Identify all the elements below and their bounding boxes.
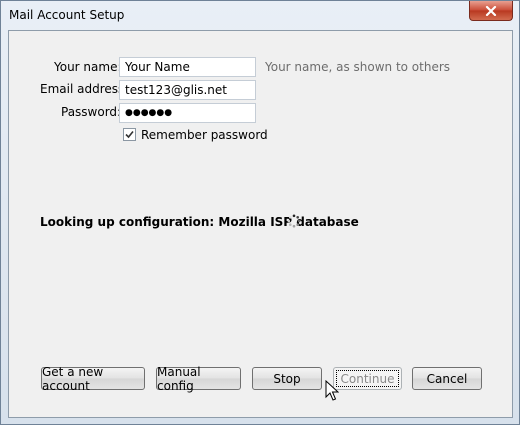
name-label: Your name:: [54, 60, 122, 74]
mouse-cursor-icon: [325, 380, 339, 401]
mail-account-setup-window: Mail Account Setup Your name: Your name,…: [0, 0, 520, 425]
name-field[interactable]: [119, 57, 256, 77]
name-hint: Your name, as shown to others: [265, 60, 451, 74]
title-bar[interactable]: Mail Account Setup: [1, 1, 519, 31]
manual-config-button[interactable]: Manual config: [156, 365, 241, 393]
password-label: Password:: [61, 105, 122, 119]
stop-button[interactable]: Stop: [252, 367, 322, 390]
remember-password-checkbox[interactable]: [123, 128, 136, 141]
close-window-button[interactable]: [469, 1, 513, 21]
email-label: Email address:: [40, 82, 129, 96]
window-title: Mail Account Setup: [9, 8, 125, 22]
continue-button[interactable]: Continue: [333, 367, 402, 390]
loading-spinner-icon: [287, 214, 301, 228]
close-icon: [485, 5, 497, 16]
get-new-account-button[interactable]: Get a new account: [41, 365, 145, 393]
cancel-button[interactable]: Cancel: [412, 367, 482, 390]
remember-password-label[interactable]: Remember password: [141, 128, 268, 142]
checkmark-icon: [125, 130, 134, 139]
email-field[interactable]: [119, 80, 256, 100]
password-field[interactable]: ●●●●●●: [119, 103, 256, 123]
dialog-content: Your name: Your name, as shown to others…: [8, 30, 513, 418]
status-text: Looking up configuration: Mozilla ISP da…: [40, 215, 359, 229]
